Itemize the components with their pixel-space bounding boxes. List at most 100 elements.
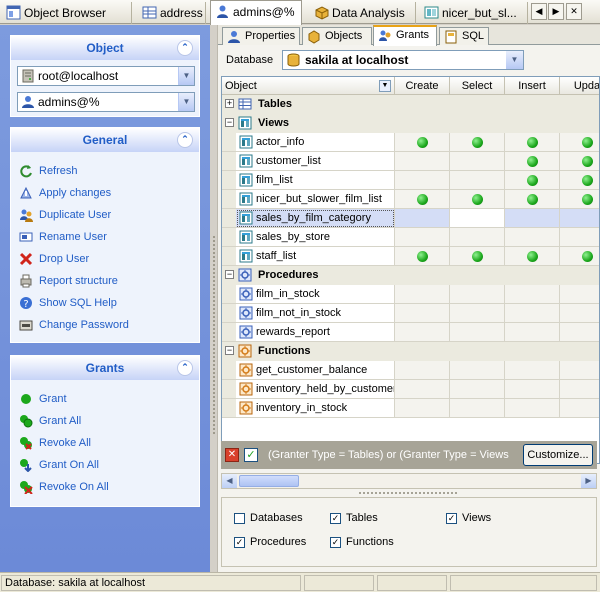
rename-user-link[interactable]: Rename User xyxy=(17,228,107,246)
permission-cell[interactable] xyxy=(395,399,450,418)
group-row-functions[interactable]: − Functions xyxy=(222,342,599,361)
permission-cell[interactable] xyxy=(395,190,450,209)
revoke-all-link[interactable]: Revoke All xyxy=(17,434,91,452)
permission-cell[interactable] xyxy=(560,399,599,418)
user-select[interactable]: admins@% ▼ xyxy=(17,92,195,112)
database-select[interactable]: sakila at localhost ▼ xyxy=(282,50,524,70)
expand-icon[interactable]: + xyxy=(225,99,234,108)
expand-icon[interactable]: − xyxy=(225,346,234,355)
permission-cell[interactable] xyxy=(560,209,599,228)
permission-cell[interactable] xyxy=(505,304,560,323)
permission-cell[interactable] xyxy=(450,209,505,228)
horizontal-scrollbar[interactable]: ◀ ▶ xyxy=(221,473,597,489)
checkbox[interactable]: ✓ xyxy=(330,513,341,524)
object-name-cell[interactable]: actor_info xyxy=(236,133,395,152)
table-row[interactable]: inventory_in_stock xyxy=(222,399,599,418)
permission-cell[interactable] xyxy=(450,171,505,190)
object-name-cell[interactable]: staff_list xyxy=(236,247,395,266)
permission-cell[interactable] xyxy=(395,152,450,171)
splitter-grip[interactable] xyxy=(212,235,216,435)
table-row[interactable]: nicer_but_slower_film_list xyxy=(222,190,599,209)
permission-cell[interactable] xyxy=(450,399,505,418)
permission-cell[interactable] xyxy=(450,152,505,171)
table-row[interactable]: actor_info xyxy=(222,133,599,152)
permission-cell[interactable] xyxy=(505,285,560,304)
object-name-cell[interactable]: inventory_in_stock xyxy=(236,399,395,418)
filter-expression[interactable]: (Granter Type = Tables) or (Granter Type… xyxy=(268,449,509,461)
column-header-insert[interactable]: Insert xyxy=(505,77,560,95)
grant-on-all-link[interactable]: Grant On All xyxy=(17,456,99,474)
permission-cell[interactable] xyxy=(560,285,599,304)
table-row[interactable]: film_list xyxy=(222,171,599,190)
refresh-link[interactable]: Refresh xyxy=(17,162,78,180)
object-name-cell[interactable]: film_not_in_stock xyxy=(236,304,395,323)
chevron-down-icon[interactable]: ▼ xyxy=(178,93,194,111)
filter-enabled-checkbox[interactable]: ✓ xyxy=(244,448,258,462)
duplicate-user-link[interactable]: Duplicate User xyxy=(17,206,111,224)
tab-sql[interactable]: SQL xyxy=(439,27,489,45)
expand-icon[interactable]: − xyxy=(225,118,234,127)
column-header-create[interactable]: Create xyxy=(395,77,450,95)
object-name-cell[interactable]: nicer_but_slower_film_list xyxy=(236,190,395,209)
expand-icon[interactable]: − xyxy=(225,270,234,279)
permission-cell[interactable] xyxy=(505,380,560,399)
option-procedures[interactable]: ✓ Procedures xyxy=(234,536,306,550)
drop-user-link[interactable]: Drop User xyxy=(17,250,89,268)
general-panel-header[interactable]: General ⌃ xyxy=(11,128,199,152)
tab-grants[interactable]: Grants xyxy=(373,25,437,46)
permission-cell[interactable] xyxy=(395,171,450,190)
table-row[interactable]: inventory_held_by_customer xyxy=(222,380,599,399)
permission-cell[interactable] xyxy=(450,361,505,380)
apply-changes-link[interactable]: Apply changes xyxy=(17,184,111,202)
permission-cell[interactable] xyxy=(395,304,450,323)
checkbox[interactable]: ✓ xyxy=(330,537,341,548)
checkbox[interactable]: ✓ xyxy=(446,513,457,524)
collapse-icon[interactable]: ⌃ xyxy=(177,40,193,56)
table-row[interactable]: film_in_stock xyxy=(222,285,599,304)
collapse-icon[interactable]: ⌃ xyxy=(177,132,193,148)
permission-cell[interactable] xyxy=(450,133,505,152)
server-select[interactable]: root@localhost ▼ xyxy=(17,66,195,86)
permission-cell[interactable] xyxy=(560,133,599,152)
permission-cell[interactable] xyxy=(560,323,599,342)
permission-cell[interactable] xyxy=(450,304,505,323)
permission-cell[interactable] xyxy=(450,228,505,247)
permission-cell[interactable] xyxy=(395,209,450,228)
table-row[interactable]: get_customer_balance xyxy=(222,361,599,380)
checkbox[interactable] xyxy=(234,513,245,524)
clear-filter-icon[interactable]: ✕ xyxy=(225,448,239,462)
permission-cell[interactable] xyxy=(505,247,560,266)
group-row-procedures[interactable]: − Procedures xyxy=(222,266,599,285)
revoke-on-all-link[interactable]: Revoke On All xyxy=(17,478,109,496)
permission-cell[interactable] xyxy=(505,152,560,171)
tab-address[interactable]: address xyxy=(138,2,206,24)
permission-cell[interactable] xyxy=(560,190,599,209)
permission-cell[interactable] xyxy=(560,247,599,266)
scroll-thumb[interactable] xyxy=(239,475,299,487)
object-name-cell[interactable]: sales_by_store xyxy=(236,228,395,247)
group-row-views[interactable]: − Views xyxy=(222,114,599,133)
table-row[interactable]: film_not_in_stock xyxy=(222,304,599,323)
chevron-down-icon[interactable]: ▼ xyxy=(506,51,523,69)
table-row[interactable]: rewards_report xyxy=(222,323,599,342)
permission-cell[interactable] xyxy=(505,323,560,342)
object-name-cell[interactable]: inventory_held_by_customer xyxy=(236,380,395,399)
permission-cell[interactable] xyxy=(395,380,450,399)
permission-cell[interactable] xyxy=(395,285,450,304)
permission-cell[interactable] xyxy=(505,209,560,228)
column-header-object[interactable]: Object ▼ xyxy=(222,77,395,95)
grant-link[interactable]: Grant xyxy=(17,390,67,408)
object-panel-header[interactable]: Object ⌃ xyxy=(11,36,199,60)
permission-cell[interactable] xyxy=(560,304,599,323)
grant-all-link[interactable]: Grant All xyxy=(17,412,81,430)
option-functions[interactable]: ✓ Functions xyxy=(330,536,394,550)
permission-cell[interactable] xyxy=(395,323,450,342)
checkbox[interactable]: ✓ xyxy=(234,537,245,548)
change-password-link[interactable]: Change Password xyxy=(17,316,129,334)
permission-cell[interactable] xyxy=(560,228,599,247)
permission-cell[interactable] xyxy=(450,190,505,209)
chevron-down-icon[interactable]: ▼ xyxy=(379,80,391,92)
table-row[interactable]: staff_list xyxy=(222,247,599,266)
permission-cell[interactable] xyxy=(560,152,599,171)
permission-cell[interactable] xyxy=(505,399,560,418)
